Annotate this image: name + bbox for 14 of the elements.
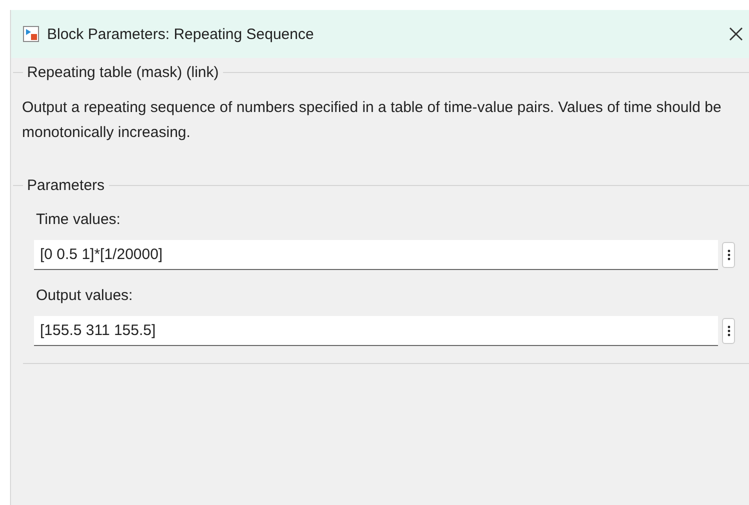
more-icon [726,249,730,261]
input-field[interactable]: [155.5 311 155.5] [34,316,718,346]
group-title: Parameters [26,177,106,194]
block-icon [23,26,39,42]
group-title: Repeating table (mask) (link) [26,64,220,81]
field-label: Time values: [36,211,122,228]
more-icon [726,325,730,337]
more-button[interactable] [722,318,735,344]
field-label: Output values: [36,287,134,304]
description-text: Output a repeating sequence of numbers specified in a table of time-value pairs. Values of time should be monotonically increasing. [22,98,722,143]
window-title: Block Parameters: Repeating Sequence [47,26,315,42]
input-field[interactable]: [0 0.5 1]*[1/20000] [34,240,718,270]
more-button[interactable] [722,242,735,268]
close-icon[interactable] [729,27,743,41]
